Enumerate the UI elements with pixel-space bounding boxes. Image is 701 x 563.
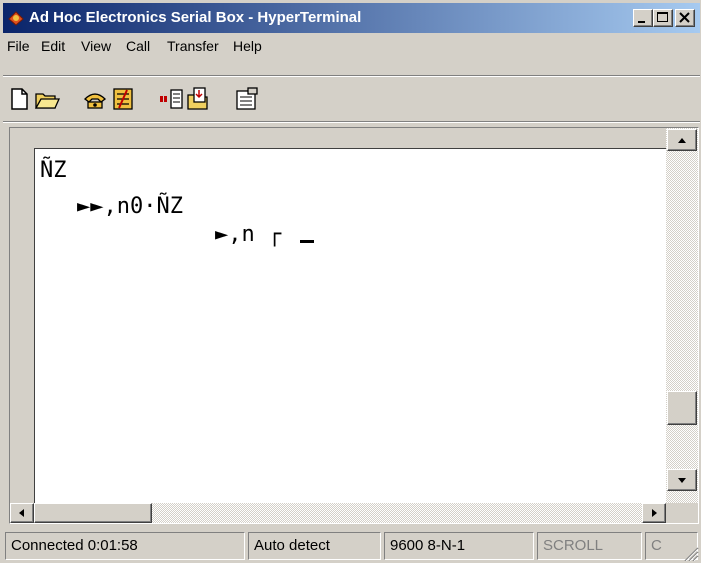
open-folder-icon — [34, 93, 61, 109]
maximize-icon — [657, 12, 668, 22]
menu-bar: File Edit View Call Transfer Help — [3, 34, 700, 56]
text-cursor — [300, 240, 314, 243]
hyperterminal-app-icon[interactable] — [7, 10, 25, 26]
scroll-left-button[interactable] — [10, 503, 34, 523]
properties-icon — [236, 87, 258, 110]
horizontal-scroll-thumb[interactable] — [34, 503, 152, 523]
toolbar — [3, 81, 700, 117]
menu-file[interactable]: File — [7, 38, 30, 54]
status-port-settings: 9600 8-N-1 — [384, 532, 534, 560]
receive-button[interactable] — [185, 85, 213, 113]
menu-edit[interactable]: Edit — [41, 38, 65, 54]
terminal-line: ÑZ — [40, 158, 67, 183]
disconnect-button[interactable] — [109, 85, 137, 113]
title-bar[interactable]: Ad Hoc Electronics Serial Box - HyperTer… — [3, 3, 700, 33]
send-file-icon — [160, 89, 183, 109]
toolbar-separator — [3, 121, 700, 123]
close-button[interactable] — [675, 9, 695, 27]
open-button[interactable] — [33, 85, 61, 113]
call-button[interactable] — [81, 85, 109, 113]
status-auto-detect: Auto detect — [248, 532, 381, 560]
disconnect-icon — [113, 88, 133, 110]
arrow-left-icon — [19, 509, 24, 517]
terminal-left-margin — [10, 128, 34, 503]
receive-file-icon — [187, 87, 208, 110]
status-caps-label: C — [651, 537, 662, 554]
hyperterminal-window: Ad Hoc Electronics Serial Box - HyperTer… — [0, 0, 701, 563]
new-document-icon — [11, 88, 28, 110]
terminal-top-margin — [10, 128, 666, 148]
vertical-scroll-thumb[interactable] — [667, 391, 697, 425]
scroll-down-button[interactable] — [667, 469, 697, 491]
terminal-screen[interactable]: ÑZ ►►,n0·ÑZ ►,n ┌ — [34, 148, 666, 503]
send-button[interactable] — [157, 85, 185, 113]
new-button[interactable] — [5, 85, 33, 113]
menu-call[interactable]: Call — [126, 38, 150, 54]
scrollbar-corner — [666, 503, 698, 523]
scroll-right-button[interactable] — [642, 503, 666, 523]
vertical-scrollbar[interactable] — [666, 128, 698, 503]
arrow-down-icon — [678, 478, 686, 483]
status-connected: Connected 0:01:58 — [5, 532, 245, 560]
status-scroll: SCROLL — [537, 532, 642, 560]
scroll-up-button[interactable] — [667, 129, 697, 151]
minimize-button[interactable] — [633, 9, 653, 27]
resize-grip-icon[interactable] — [683, 546, 699, 561]
arrow-up-icon — [678, 138, 686, 143]
menu-transfer[interactable]: Transfer — [167, 38, 219, 54]
arrow-right-icon — [652, 509, 657, 517]
status-bar: Connected 0:01:58 Auto detect 9600 8-N-1… — [3, 528, 700, 562]
menu-help[interactable]: Help — [233, 38, 262, 54]
maximize-button[interactable] — [653, 9, 673, 27]
menu-view[interactable]: View — [81, 38, 111, 54]
menu-separator — [3, 75, 700, 77]
dial-phone-icon — [84, 93, 106, 109]
close-icon — [679, 12, 690, 23]
terminal-line: ►►,n0·ÑZ — [77, 194, 183, 219]
terminal-line: ►,n ┌ — [215, 222, 282, 247]
minimize-icon — [638, 21, 645, 23]
window-title: Ad Hoc Electronics Serial Box - HyperTer… — [29, 9, 362, 26]
properties-button[interactable] — [233, 85, 261, 113]
